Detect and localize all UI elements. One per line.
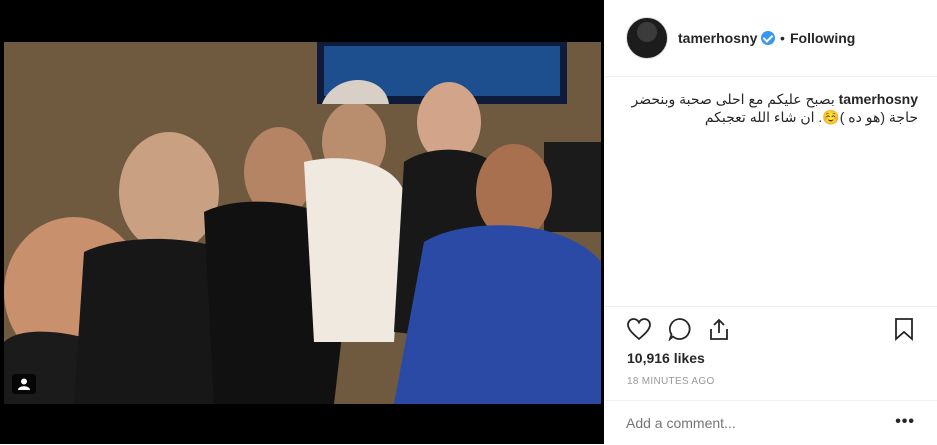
person-icon[interactable] <box>12 374 36 394</box>
bookmark-icon[interactable] <box>891 316 917 342</box>
avatar[interactable] <box>626 17 668 59</box>
caption: tamerhosny بصبح عليكم مع احلى صحبة وبنحض… <box>628 90 919 126</box>
photo-illustration <box>4 42 601 404</box>
post-timestamp[interactable]: 18 MINUTES AGO <box>627 376 715 387</box>
username-link[interactable]: tamerhosny <box>678 30 757 46</box>
post-photo[interactable] <box>4 42 601 404</box>
post-header: tamerhosny • Following <box>604 0 937 77</box>
separator-dot: • <box>780 30 785 46</box>
share-icon[interactable] <box>706 316 732 342</box>
following-button[interactable]: Following <box>790 30 855 46</box>
post-media <box>0 0 604 444</box>
more-options-button[interactable]: ••• <box>895 413 915 431</box>
heart-icon[interactable] <box>626 316 652 342</box>
comment-bubble-icon[interactable] <box>667 316 693 342</box>
caption-username[interactable]: tamerhosny <box>839 91 918 107</box>
comment-box: ••• <box>604 400 937 445</box>
likes-count[interactable]: 10,916 likes <box>627 350 705 366</box>
comment-input[interactable] <box>626 415 886 431</box>
verified-badge-icon <box>761 31 775 45</box>
